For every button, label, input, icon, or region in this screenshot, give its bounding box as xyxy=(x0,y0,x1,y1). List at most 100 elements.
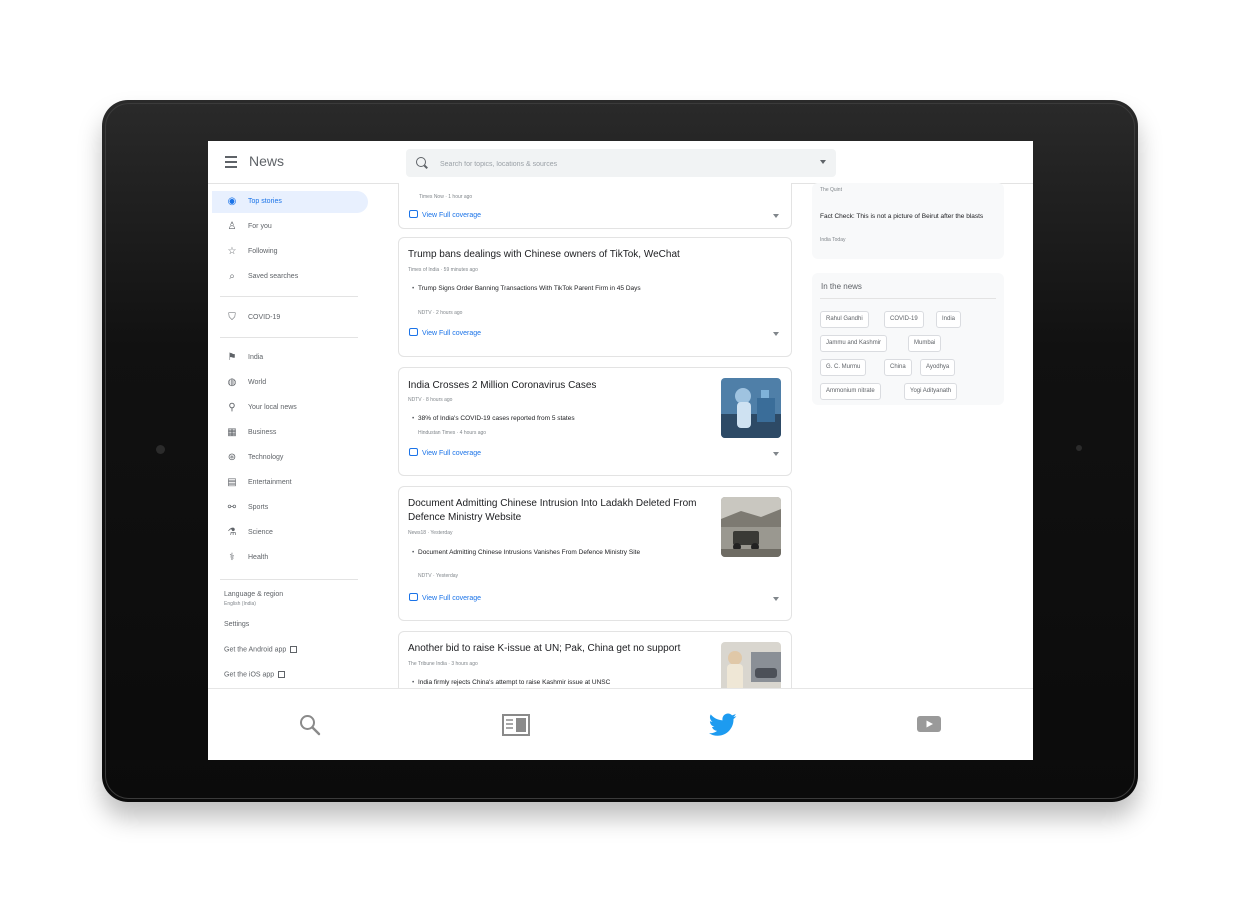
menu-icon[interactable] xyxy=(225,156,237,171)
chevron-down-icon[interactable] xyxy=(773,214,779,218)
full-coverage-link[interactable]: View Full coverage xyxy=(409,448,481,457)
topic-chip[interactable]: China xyxy=(884,359,912,376)
search-icon: ⌕ xyxy=(229,271,235,282)
topic-chip[interactable]: India xyxy=(936,311,962,328)
person-icon: ♙ xyxy=(227,221,237,232)
sidebar-item-world[interactable]: ◍ World xyxy=(212,372,368,394)
sidebar-item-health[interactable]: ⚕ Health xyxy=(212,547,368,569)
language-region-value: English (India) xyxy=(224,601,256,607)
topic-chip[interactable]: Ammonium nitrate xyxy=(820,383,881,400)
sidebar-item-science[interactable]: ⚗ Science xyxy=(212,522,368,544)
chevron-down-icon[interactable] xyxy=(773,452,779,456)
topic-chip[interactable]: Yogi Adityanath xyxy=(904,383,958,400)
language-region-link[interactable]: Language & region xyxy=(224,591,283,598)
story-meta: Times Now · 1 hour ago xyxy=(419,194,473,200)
related-story[interactable]: Trump Signs Order Banning Transactions W… xyxy=(412,284,678,293)
sidebar-item-entertainment[interactable]: ▤ Entertainment xyxy=(212,472,368,494)
related-story-meta: Hindustan Times · 4 hours ago xyxy=(418,430,487,436)
story-card[interactable]: Trump bans dealings with Chinese owners … xyxy=(398,237,792,357)
sidebar-item-sports[interactable]: ⚯ Sports xyxy=(212,497,368,519)
twitter-bird-icon[interactable] xyxy=(709,713,737,737)
sidebar-item-label: COVID-19 xyxy=(248,314,281,321)
building-icon: ▦ xyxy=(227,427,237,438)
sidebar-item-local[interactable]: ⚲ Your local news xyxy=(212,397,368,419)
app-title: News xyxy=(249,153,285,169)
related-story[interactable]: Document Admitting Chinese Intrusions Va… xyxy=(412,548,708,557)
search-icon[interactable] xyxy=(298,713,322,737)
sidebar-item-label: Following xyxy=(248,248,278,255)
full-coverage-label: View Full coverage xyxy=(422,212,482,219)
sidebar-item-india[interactable]: ⚑ India xyxy=(212,347,368,369)
tablet-camera xyxy=(156,445,165,454)
settings-link[interactable]: Settings xyxy=(224,621,249,628)
sidebar-item-label: Health xyxy=(248,554,269,561)
story-title[interactable]: India Crosses 2 Million Coronavirus Case… xyxy=(408,379,708,393)
ios-app-link[interactable]: Get the iOS app xyxy=(224,671,286,679)
shield-icon: ⛉ xyxy=(228,312,236,323)
fact-check-card: The Quint Fact Check: This is not a pict… xyxy=(812,183,1004,259)
sidebar-item-following[interactable]: ☆ Following xyxy=(212,241,368,263)
sidebar-item-business[interactable]: ▦ Business xyxy=(212,422,368,444)
sidebar-item-label: India xyxy=(248,354,264,361)
sidebar-item-label: Saved searches xyxy=(248,273,299,280)
topic-chip[interactable]: G. C. Murmu xyxy=(820,359,867,376)
pin-icon: ⚲ xyxy=(228,402,236,413)
full-coverage-icon xyxy=(409,448,418,456)
topic-chip[interactable]: Jammu and Kashmir xyxy=(820,335,888,352)
sidebar-item-label: Top stories xyxy=(248,198,282,205)
sidebar: ◉ Top stories ♙ For you ☆ Following ⌕ Sa… xyxy=(208,183,378,688)
android-app-label: Get the Android app xyxy=(224,646,287,654)
sidebar-item-technology[interactable]: ⊛ Technology xyxy=(212,447,368,469)
story-card[interactable]: Another bid to raise K-issue at UN; Pak,… xyxy=(398,631,792,688)
health-icon: ⚕ xyxy=(229,552,235,563)
full-coverage-link[interactable]: View Full coverage xyxy=(409,210,481,219)
sidebar-item-for-you[interactable]: ♙ For you xyxy=(212,216,368,238)
star-icon: ☆ xyxy=(227,246,237,257)
topic-chip[interactable]: COVID-19 xyxy=(884,311,924,328)
tablet-sensor xyxy=(1076,445,1082,451)
fact-check-source: India Today xyxy=(820,237,846,243)
sidebar-item-label: Your local news xyxy=(248,404,297,411)
android-app-link[interactable]: Get the Android app xyxy=(224,646,298,654)
related-story[interactable]: India firmly rejects China's attempt to … xyxy=(412,678,708,687)
fact-check-headline[interactable]: Fact Check: This is not a picture of Bei… xyxy=(820,212,990,222)
full-coverage-icon xyxy=(409,210,418,218)
story-thumbnail-image xyxy=(721,642,781,688)
story-card[interactable]: Times Now · 1 hour ago View Full coverag… xyxy=(398,183,792,229)
related-story[interactable]: 38% of India's COVID-19 cases reported f… xyxy=(412,414,678,423)
sidebar-item-saved-searches[interactable]: ⌕ Saved searches xyxy=(212,266,368,288)
bike-icon: ⚯ xyxy=(227,502,237,513)
sidebar-divider xyxy=(220,337,358,338)
chevron-down-icon[interactable] xyxy=(773,332,779,336)
sidebar-item-top-stories[interactable]: ◉ Top stories xyxy=(212,191,368,213)
full-coverage-link[interactable]: View Full coverage xyxy=(409,328,481,337)
flag-icon: ⚑ xyxy=(227,352,237,363)
search-box[interactable] xyxy=(406,149,836,177)
story-meta: The Tribune India · 3 hours ago xyxy=(408,661,478,667)
story-card[interactable]: Document Admitting Chinese Intrusion Int… xyxy=(398,486,792,621)
topic-chip[interactable]: Mumbai xyxy=(908,335,942,352)
story-thumbnail[interactable] xyxy=(721,642,781,688)
full-coverage-link[interactable]: View Full coverage xyxy=(409,593,481,602)
story-thumbnail[interactable] xyxy=(721,378,781,438)
story-thumbnail[interactable] xyxy=(721,497,781,557)
story-title[interactable]: Trump bans dealings with Chinese owners … xyxy=(408,248,778,262)
chevron-down-icon[interactable] xyxy=(820,160,826,164)
story-meta: Times of India · 59 minutes ago xyxy=(408,267,478,273)
story-title[interactable]: Another bid to raise K-issue at UN; Pak,… xyxy=(408,642,708,656)
search-input[interactable] xyxy=(438,154,802,174)
ios-app-label: Get the iOS app xyxy=(224,671,275,679)
news-feed: Times Now · 1 hour ago View Full coverag… xyxy=(396,183,794,688)
tech-icon: ⊛ xyxy=(227,452,237,463)
story-thumbnail-image xyxy=(721,497,781,557)
news-reader-icon[interactable] xyxy=(502,713,530,737)
story-title[interactable]: Document Admitting Chinese Intrusion Int… xyxy=(408,497,708,525)
chevron-down-icon[interactable] xyxy=(773,597,779,601)
story-card[interactable]: India Crosses 2 Million Coronavirus Case… xyxy=(398,367,792,476)
sidebar-item-covid[interactable]: ⛉ COVID-19 xyxy=(212,307,368,329)
topic-chip[interactable]: Rahul Gandhi xyxy=(820,311,869,328)
bottom-navigation-bar xyxy=(208,688,1033,760)
youtube-icon[interactable] xyxy=(916,713,942,735)
topic-chip[interactable]: Ayodhya xyxy=(920,359,956,376)
flask-icon: ⚗ xyxy=(227,527,237,538)
